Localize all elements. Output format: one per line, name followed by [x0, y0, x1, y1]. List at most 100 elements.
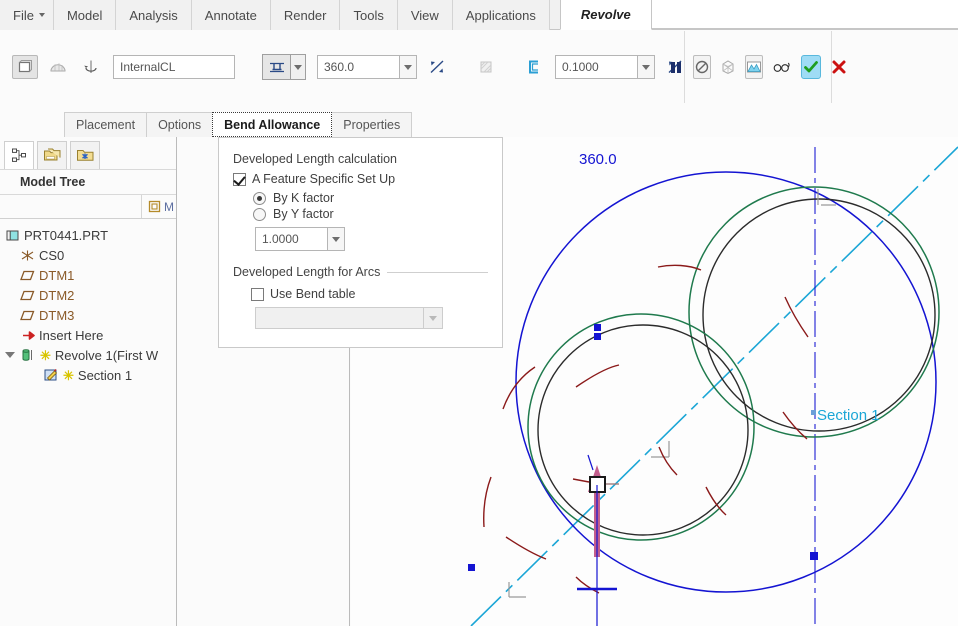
flip-direction-icon [430, 60, 444, 74]
column-settings-icon [148, 200, 161, 213]
solid-surface-icon [18, 60, 32, 73]
ribbon-tab-label: Model [66, 7, 103, 23]
creo-window: File Model Analysis Annotate Render Tool… [0, 0, 958, 626]
ribbon-tab-label: View [410, 7, 439, 23]
no-preview-button[interactable] [693, 55, 711, 79]
use-bend-table-label: Use Bend table [270, 287, 356, 301]
chevron-down-icon [294, 64, 302, 70]
navigator-tab-favorites[interactable] [70, 141, 100, 169]
construction-arc [657, 264, 702, 271]
tab-bend-allowance[interactable]: Bend Allowance [212, 112, 333, 137]
axis-reference-field[interactable]: InternalCL [113, 55, 235, 79]
by-k-factor-radio[interactable] [253, 191, 266, 205]
ribbon-tab-model[interactable]: Model [53, 0, 117, 30]
angle-combo[interactable]: 360.0 [317, 55, 417, 79]
by-y-factor-row[interactable]: By Y factor [253, 207, 488, 221]
tab-placement[interactable]: Placement [64, 112, 148, 137]
tree-row-cs0[interactable]: CS0 [0, 245, 176, 265]
dashboard-tail [832, 31, 958, 103]
tab-properties[interactable]: Properties [331, 112, 413, 137]
revolve-axis-button[interactable] [78, 55, 104, 79]
remove-material-button[interactable] [473, 55, 499, 79]
thicken-sketch-button[interactable] [522, 55, 548, 79]
depth-from-sketch-icon [269, 62, 284, 73]
tree-row-dtm1[interactable]: DTM1 [0, 265, 176, 285]
thickness-combo[interactable]: 0.1000 [555, 55, 655, 79]
section-label[interactable]: Section 1 [817, 407, 880, 424]
developed-length-group-title: Developed Length calculation [233, 152, 398, 166]
depth-option-dropdown[interactable] [290, 54, 306, 80]
ribbon-tab-annotate[interactable]: Annotate [191, 0, 271, 30]
tree-row-insert-here[interactable]: Insert Here [0, 325, 176, 345]
handle-tick-up [587, 454, 594, 471]
depth-option-split-button[interactable] [262, 54, 306, 80]
dashboard-action-group [671, 31, 846, 103]
factor-dropdown-arrow[interactable] [327, 227, 345, 251]
ribbon-tab-revolve[interactable]: Revolve [559, 0, 652, 30]
ribbon-tab-view[interactable]: View [397, 0, 453, 30]
factor-value[interactable]: 1.0000 [255, 227, 327, 251]
column-header-cell[interactable]: M [148, 200, 174, 214]
pause-button[interactable] [667, 55, 685, 79]
ribbon-tab-label: File [13, 7, 34, 23]
by-k-factor-row[interactable]: By K factor [253, 191, 488, 205]
ribbon-tab-applications[interactable]: Applications [452, 0, 550, 30]
angle-value[interactable]: 360.0 [317, 55, 399, 79]
tree-row-revolve1[interactable]: ✳ Revolve 1(First W [0, 345, 176, 365]
accept-button[interactable] [801, 55, 821, 79]
snap-point-marker [811, 410, 816, 415]
ribbon-tab-label: Render [283, 7, 327, 23]
navigator-tab-folder-browser[interactable] [37, 141, 67, 169]
datum-plane-icon [20, 290, 35, 300]
ribbon-tab-analysis[interactable]: Analysis [116, 0, 192, 30]
surface-button[interactable] [45, 55, 71, 79]
feature-specific-setup-row[interactable]: A Feature Specific Set Up [233, 172, 488, 186]
modified-asterisk-icon: ✳ [40, 347, 51, 363]
tab-options[interactable]: Options [146, 112, 214, 137]
tree-row-part[interactable]: PRT0441.PRT [0, 225, 176, 245]
tree-label: DTM2 [39, 287, 75, 303]
factor-value-combo[interactable]: 1.0000 [255, 227, 345, 251]
tree-row-section1[interactable]: ✳ Section 1 [0, 365, 176, 385]
use-bend-table-row[interactable]: Use Bend table [251, 287, 488, 301]
tree-row-dtm2[interactable]: DTM2 [0, 285, 176, 305]
ribbon-tab-tools[interactable]: Tools [340, 0, 398, 30]
coordinate-system-icon [21, 250, 34, 260]
angle-dimension-label[interactable]: 360.0 [579, 151, 617, 168]
revolve-feature-icon [22, 349, 32, 361]
wireframe-preview-button[interactable] [719, 55, 737, 79]
tree-expander-icon[interactable] [4, 352, 16, 358]
folder-browser-icon [43, 148, 60, 161]
depth-option-main[interactable] [262, 54, 290, 80]
feature-specific-setup-label: A Feature Specific Set Up [252, 172, 396, 186]
snap-point-marker [468, 564, 475, 571]
preview-glasses-button[interactable] [771, 55, 793, 79]
use-bend-table-checkbox[interactable] [251, 287, 264, 301]
flip-angle-direction-button[interactable] [424, 55, 450, 79]
construction-arc [658, 446, 678, 476]
model-tree-column-header: M [0, 195, 176, 219]
ribbon-tab-label: Applications [465, 7, 536, 23]
shaded-preview-button[interactable] [745, 55, 763, 79]
part-icon [6, 230, 19, 240]
thickness-dropdown-arrow[interactable] [637, 55, 655, 79]
navigator-tab-model-tree[interactable] [4, 141, 34, 169]
ribbon-tab-render[interactable]: Render [270, 0, 341, 30]
thickness-value[interactable]: 0.1000 [555, 55, 637, 79]
angle-dropdown-arrow[interactable] [399, 55, 417, 79]
by-y-factor-radio[interactable] [253, 207, 266, 221]
snap-point-marker [810, 552, 818, 560]
feature-specific-setup-checkbox[interactable] [233, 172, 246, 186]
tab-label: Properties [343, 118, 401, 132]
profile-outer-circle-lower [527, 313, 755, 541]
solid-button[interactable] [12, 55, 38, 79]
tree-label: Revolve 1(First W [54, 347, 159, 363]
insert-here-arrow-icon [23, 330, 35, 340]
shaded-preview-icon [747, 61, 761, 73]
snap-point-marker [594, 333, 601, 340]
ribbon-tab-file[interactable]: File [0, 0, 54, 30]
tree-label: CS0 [39, 247, 65, 263]
remove-material-icon [480, 61, 492, 73]
model-tree: PRT0441.PRT CS0 DTM1 DTM2 DTM3 Insert He… [0, 219, 176, 385]
tree-row-dtm3[interactable]: DTM3 [0, 305, 176, 325]
